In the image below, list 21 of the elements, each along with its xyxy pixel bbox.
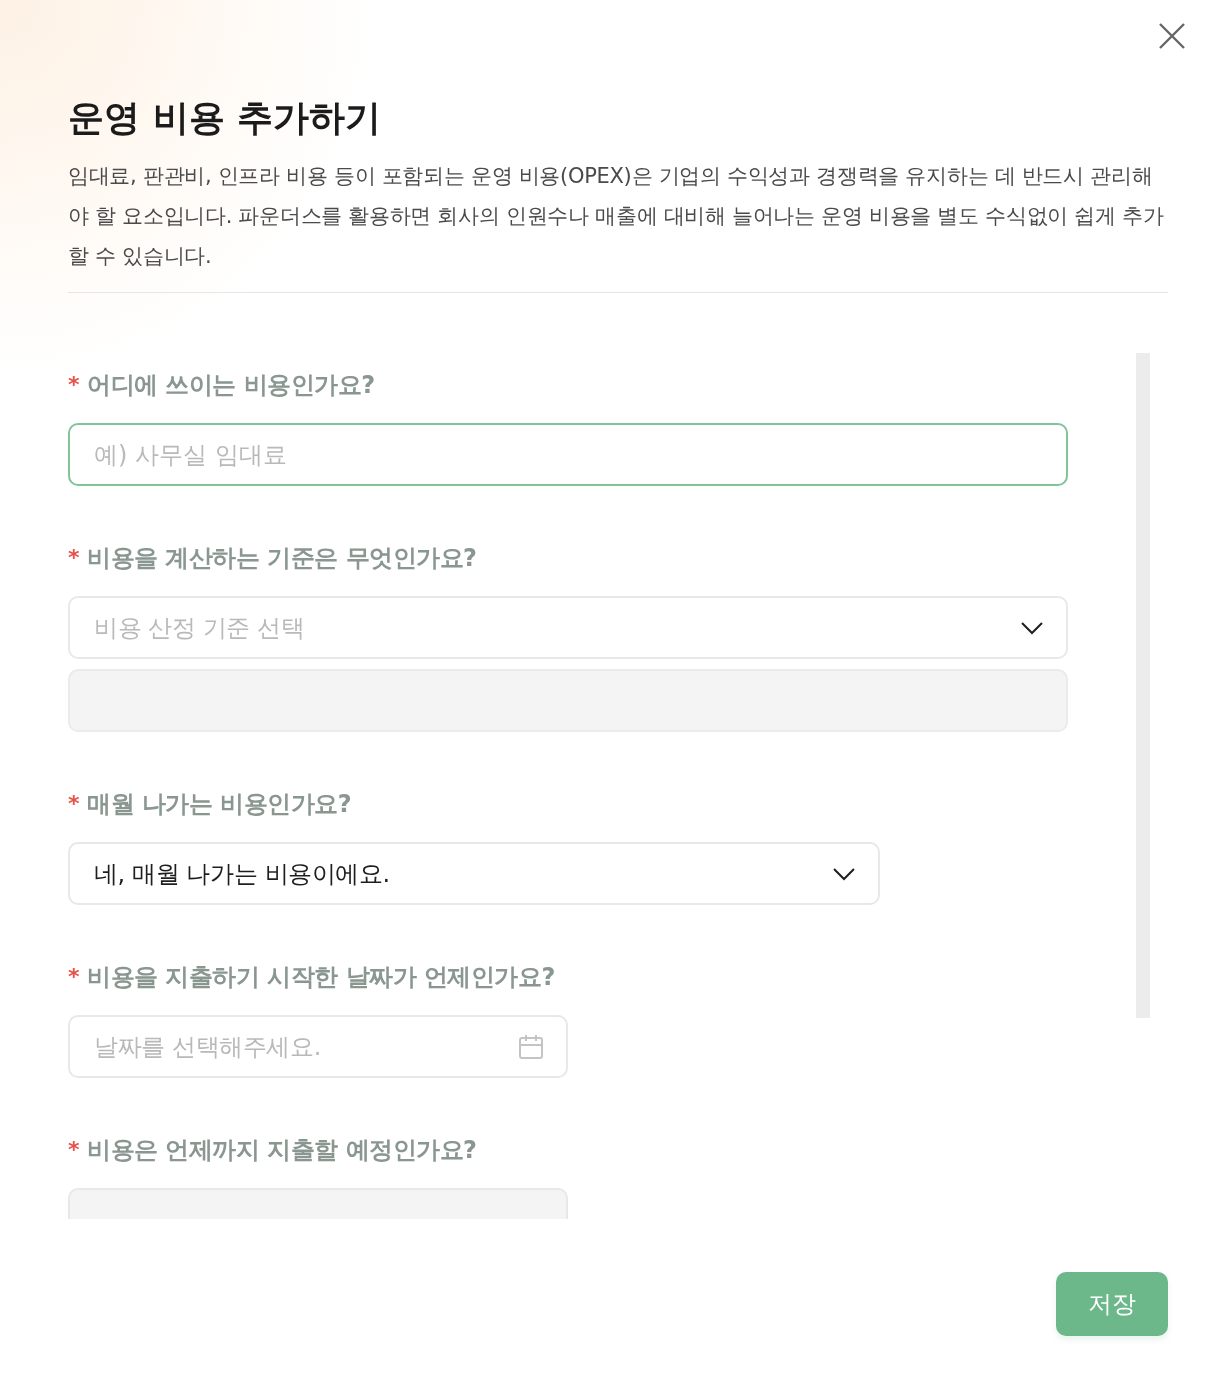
field-label: 비용은 언제까지 지출할 예정인가요? xyxy=(87,1135,477,1166)
required-mark: * xyxy=(68,790,79,818)
dialog-title: 운영 비용 추가하기 xyxy=(68,96,383,140)
select-field[interactable]: 네, 매월 나가는 비용이에요. xyxy=(68,842,880,905)
calendar-icon xyxy=(518,1033,544,1060)
field-label: 비용을 지출하기 시작한 날짜가 언제인가요? xyxy=(87,962,555,993)
dialog-description: 임대료, 판관비, 인프라 비용 등이 포함되는 운영 비용(OPEX)은 기업의 수익성과 경쟁력을 유지하는 데 반드시 관리해야 할 요소입니다. 파운더스를 활용하면 회사의 인원수나 매출에 대비해 늘어나는 운영 비용을 별도 수식없이 쉽게 추가할 수 있습니다. xyxy=(68,163,1165,270)
required-mark: * xyxy=(68,963,79,991)
chevron-down-icon xyxy=(832,866,856,881)
text-field[interactable]: 예) 사무실 임대료 xyxy=(68,423,1068,486)
required-mark: * xyxy=(68,1136,79,1164)
required-mark: * xyxy=(68,544,79,572)
chevron-down-icon xyxy=(1020,620,1044,635)
field-label: 비용을 계산하는 기준은 무엇인가요? xyxy=(87,543,477,574)
date-field[interactable]: 날짜를 선택해주세요. xyxy=(68,1015,568,1078)
save-button[interactable]: 저장 xyxy=(1056,1272,1168,1336)
required-mark: * xyxy=(68,371,79,399)
field-label: 매월 나가는 비용인가요? xyxy=(87,789,352,820)
select-field[interactable]: 비용 산정 기준 선택 xyxy=(68,596,1068,659)
field-label: 어디에 쓰이는 비용인가요? xyxy=(87,370,375,401)
close-icon xyxy=(1158,22,1186,50)
